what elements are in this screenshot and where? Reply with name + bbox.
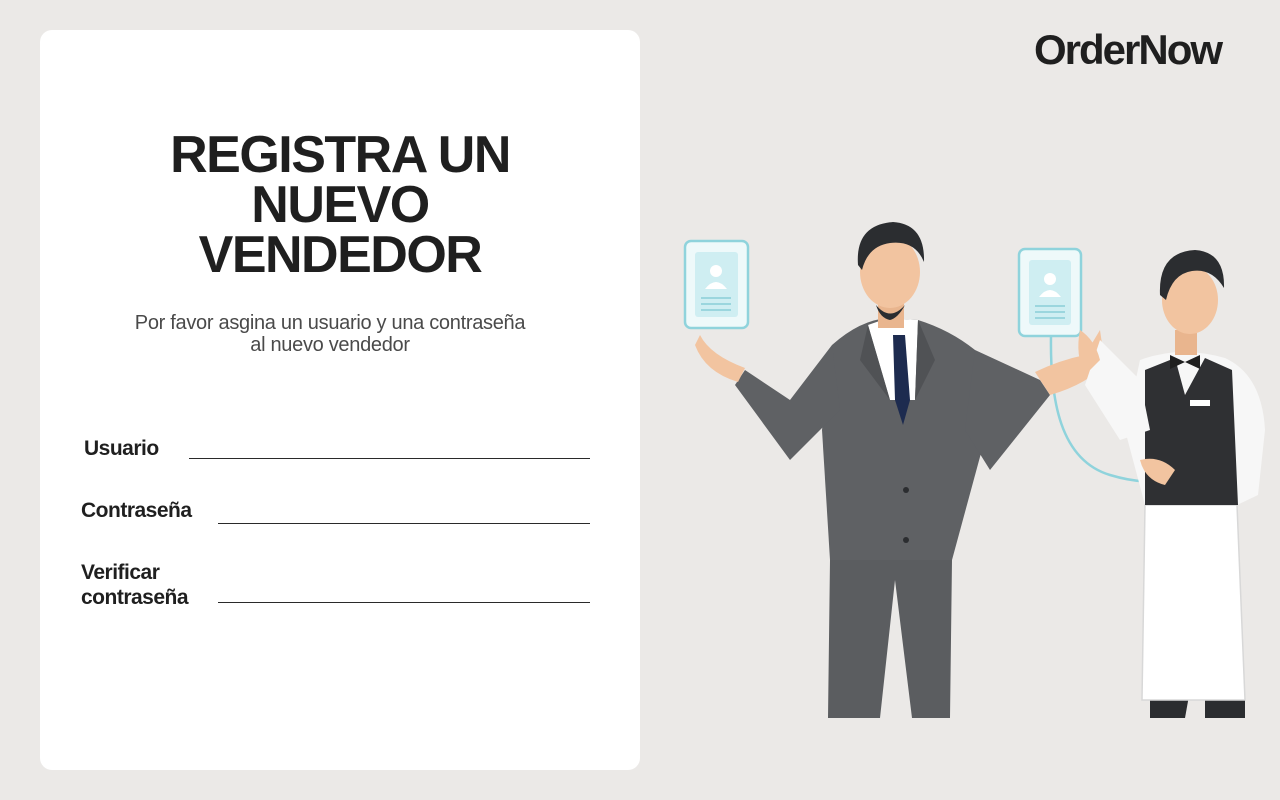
businessman-and-waiter-illustration-icon (683, 222, 1265, 718)
waiter-icon (1078, 250, 1265, 718)
subtitle-line-2: al nuevo vendedor (250, 334, 410, 356)
verificar-label-line-1: Verificar (81, 561, 160, 584)
verificar-contrasena-input[interactable] (218, 602, 590, 603)
ordernow-logo: OrderNow (1034, 26, 1223, 73)
verificar-label: Verificar contraseña (81, 560, 189, 610)
contrasena-label: Contraseña (81, 499, 192, 522)
title-line-2: NUEVO (251, 176, 430, 234)
id-card-right-icon (1017, 247, 1083, 338)
page-title: REGISTRA UN NUEVO VENDEDOR (40, 126, 640, 284)
subtitle: Por favor asgina un usuario y una contra… (40, 312, 620, 356)
verificar-label-line-2: contraseña (81, 586, 189, 609)
subtitle-line-1: Por favor asgina un usuario y una contra… (134, 312, 526, 334)
contrasena-input[interactable] (218, 523, 590, 524)
usuario-label: Usuario (84, 437, 159, 460)
usuario-input[interactable] (189, 458, 590, 459)
id-card-left-icon (683, 239, 750, 330)
title-line-3: VENDEDOR (198, 226, 483, 284)
register-card: REGISTRA UN NUEVO VENDEDOR Por favor asg… (40, 30, 640, 770)
title-line-1: REGISTRA UN (170, 126, 511, 184)
